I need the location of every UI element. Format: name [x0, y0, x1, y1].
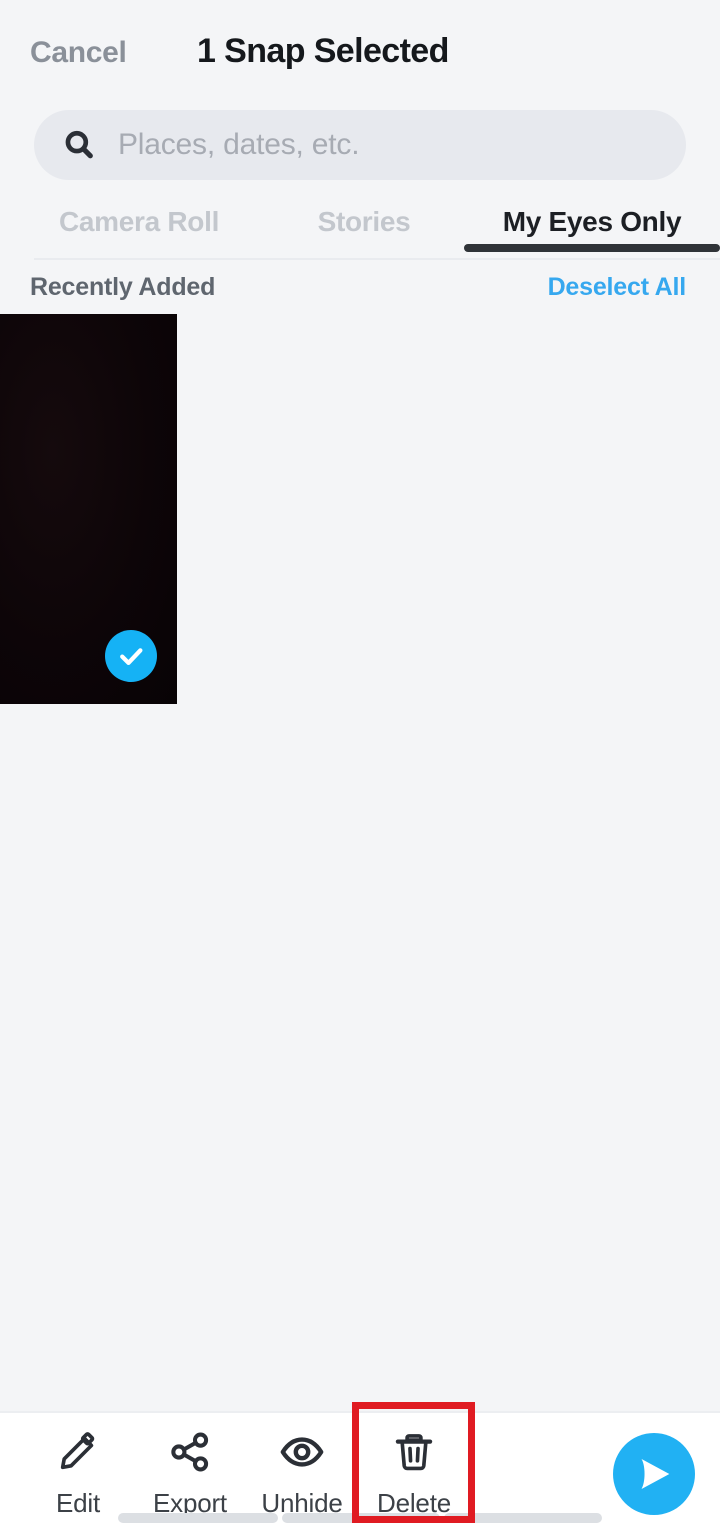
cancel-button[interactable]: Cancel: [30, 38, 127, 68]
home-indicator-segment: [282, 1513, 440, 1523]
tab-stories[interactable]: Stories: [264, 198, 464, 252]
tab-bar: Camera Roll Stories My Eyes Only: [0, 198, 720, 260]
eye-icon: [278, 1427, 326, 1477]
search-input[interactable]: Places, dates, etc.: [34, 110, 686, 180]
header-bar: Cancel 1 Snap Selected: [0, 0, 720, 110]
selection-check-badge[interactable]: [105, 630, 157, 682]
tab-camera-roll[interactable]: Camera Roll: [14, 198, 264, 252]
page-title: 1 Snap Selected: [197, 32, 449, 70]
home-indicator-segment: [118, 1513, 278, 1523]
section-title: Recently Added: [30, 272, 216, 301]
trash-icon: [391, 1427, 437, 1477]
snapchat-memories-screen: Cancel 1 Snap Selected Places, dates, et…: [0, 0, 720, 1533]
home-indicator-segment: [444, 1513, 602, 1523]
section-header: Recently Added Deselect All: [0, 260, 720, 314]
share-icon: [167, 1427, 213, 1477]
gallery-grid: [0, 314, 720, 1411]
search-icon: [62, 128, 96, 162]
send-arrow-icon: [631, 1451, 677, 1497]
pencil-icon: [55, 1427, 101, 1477]
search-section: Places, dates, etc.: [0, 110, 720, 198]
snap-thumbnail[interactable]: [0, 314, 177, 704]
send-button[interactable]: [613, 1433, 695, 1515]
deselect-all-button[interactable]: Deselect All: [548, 273, 687, 302]
search-placeholder: Places, dates, etc.: [118, 128, 360, 161]
tab-my-eyes-only[interactable]: My Eyes Only: [464, 198, 720, 252]
home-indicator: [0, 1513, 720, 1523]
